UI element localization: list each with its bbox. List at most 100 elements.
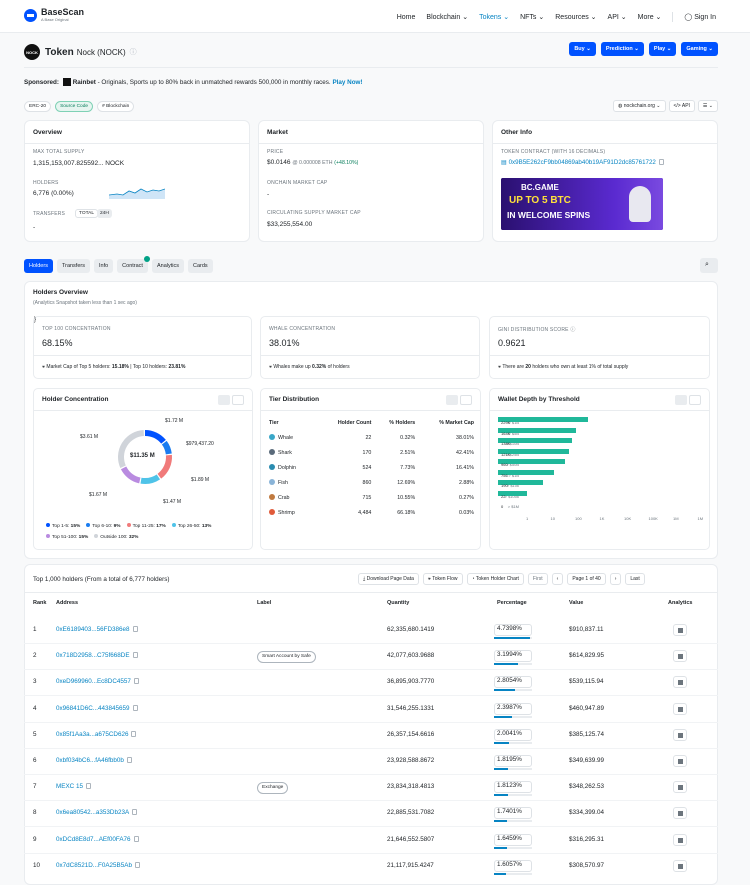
nav-api[interactable]: API ⌄: [608, 13, 627, 21]
token-fullname: Nock (NOCK): [76, 47, 126, 57]
tab-transfers[interactable]: Transfers: [56, 259, 90, 273]
row-divider: [24, 721, 718, 723]
holder-address-link[interactable]: 0x6ea80542...a353Db23A: [56, 807, 138, 819]
rainbet-logo-icon: [62, 78, 71, 86]
donut-slice-4[interactable]: [140, 474, 161, 484]
whale-note: ⚹ Whales make up 0.32% of holders: [269, 364, 350, 370]
copy-icon[interactable]: [132, 809, 138, 816]
pie-view-toggle[interactable]: [232, 395, 244, 405]
prediction-button[interactable]: Prediction ⌄: [600, 42, 644, 56]
col-quantity: Quantity: [387, 600, 410, 606]
holders-overview-card: Holders Overview (Analytics Snapshot tak…: [24, 281, 718, 559]
donut-slice-1[interactable]: [144, 430, 166, 444]
chart-view-toggle[interactable]: [460, 395, 472, 405]
axis-tick: 100: [575, 516, 582, 521]
transfers-total-toggle[interactable]: TOTAL: [75, 209, 99, 218]
gaming-button[interactable]: Gaming ⌄: [681, 42, 718, 56]
tab-analytics[interactable]: Analytics: [151, 259, 184, 273]
bcgame-ad[interactable]: Ad BC.GAME UP TO 5 BTC IN WELCOME SPINS: [501, 178, 663, 230]
analytics-icon[interactable]: [673, 650, 687, 663]
transfers-24h-toggle[interactable]: 24H: [97, 209, 112, 218]
col-address: Address: [56, 600, 79, 606]
holder-value: $349,639.99: [569, 757, 605, 764]
copy-icon[interactable]: [658, 159, 664, 165]
nav-blockchain[interactable]: Blockchain ⌄: [426, 13, 468, 21]
analytics-icon[interactable]: [673, 624, 687, 636]
donut-slice-6[interactable]: [118, 430, 145, 469]
nav-nfts[interactable]: NFTs ⌄: [520, 13, 544, 21]
analytics-icon[interactable]: [673, 702, 687, 715]
copy-icon[interactable]: [133, 835, 139, 842]
top100-label: TOP 100 CONCENTRATION: [42, 326, 111, 332]
holder-address-link[interactable]: 0x85f1Aa3a...a675CD626: [56, 729, 137, 741]
play-button[interactable]: Play ⌄: [648, 42, 677, 56]
token-badges: ERC-20 Source Code # Blockchain: [24, 101, 135, 112]
analytics-icon[interactable]: [673, 728, 687, 741]
sign-in-link[interactable]: ◯ Sign In: [684, 13, 716, 21]
donut-slice-5[interactable]: [120, 466, 141, 484]
analytics-icon[interactable]: [673, 676, 687, 689]
contract-link[interactable]: ▤ 0x9B5E262cF9bb04869ab40b19AF91D2dc8576…: [501, 159, 664, 166]
list-view-toggle[interactable]: [675, 395, 687, 405]
next-page-button[interactable]: ›: [609, 573, 622, 585]
prev-page-button[interactable]: ‹: [551, 573, 564, 585]
nav-more[interactable]: More ⌄: [638, 13, 662, 21]
copy-icon[interactable]: [126, 757, 132, 763]
search-button[interactable]: ⌕: [700, 258, 718, 273]
copy-icon[interactable]: [132, 704, 138, 711]
token-flow-button[interactable]: ⚹ Token Flow: [422, 573, 463, 585]
api-button[interactable]: </> API: [668, 100, 695, 112]
onchain-value: -: [267, 191, 270, 198]
donut-slice-3[interactable]: [157, 454, 172, 479]
download-data-button[interactable]: ⤓ Download Page Data: [358, 573, 419, 585]
copy-icon[interactable]: [132, 652, 138, 659]
copy-icon[interactable]: [133, 678, 139, 685]
row-divider: [24, 774, 718, 775]
holder-quantity: 36,895,903.7770: [387, 678, 435, 686]
holder-value: $316,295.31: [569, 835, 605, 843]
holder-quantity: 42,077,603.9688: [387, 652, 435, 660]
copy-icon[interactable]: [85, 783, 91, 790]
copy-icon[interactable]: [131, 730, 137, 737]
holder-address-link[interactable]: 0x96841D6C...443845659: [56, 703, 138, 715]
nav-resources[interactable]: Resources ⌄: [555, 13, 596, 21]
last-page-button[interactable]: Last: [625, 573, 645, 585]
percentage-bar: [494, 846, 532, 849]
holder-address-link[interactable]: 0xDCd8E8d7...AEf00FA76: [56, 834, 139, 846]
holder-chart-button[interactable]: ◔ Token Holder Chart: [466, 573, 524, 585]
holder-address-link[interactable]: 0x7dC8521D...F0A25B5Ab: [56, 860, 140, 872]
more-options-button[interactable]: ☰ ⌄: [697, 100, 718, 112]
holder-address-link[interactable]: 0xE6189403...56FD386e8: [56, 624, 138, 636]
percentage-bar: [494, 768, 532, 770]
bar-view-toggle[interactable]: [689, 395, 701, 405]
buy-button[interactable]: Buy ⌄: [569, 42, 596, 56]
table-view-toggle[interactable]: [446, 395, 458, 405]
nav-tokens[interactable]: Tokens ⌄: [479, 13, 509, 21]
sponsored-cta-link[interactable]: Play Now!: [332, 79, 362, 86]
nav-home[interactable]: Home: [397, 14, 416, 21]
website-button[interactable]: ◍ nockchain.org ⌄: [613, 100, 666, 112]
first-page-button[interactable]: First: [527, 573, 548, 585]
analytics-icon[interactable]: [673, 833, 687, 846]
analytics-icon[interactable]: [673, 755, 687, 767]
tab-cards[interactable]: Cards: [187, 259, 213, 273]
analytics-icon[interactable]: [673, 859, 687, 872]
blockchain-badge[interactable]: # Blockchain: [97, 101, 135, 112]
analytics-icon[interactable]: [673, 807, 687, 820]
holder-address-link[interactable]: MEXC 15: [56, 781, 91, 793]
tab-holders[interactable]: Holders: [24, 259, 53, 273]
donut-slice-2[interactable]: [161, 440, 172, 455]
basescan-logo[interactable]: BaseScan A Base Original: [24, 8, 84, 22]
source-code-badge[interactable]: Source Code: [55, 101, 94, 112]
axis-tick: 1M: [697, 516, 704, 521]
tab-info[interactable]: Info: [93, 259, 114, 273]
copy-icon[interactable]: [132, 626, 138, 632]
analytics-icon[interactable]: [673, 781, 687, 794]
holder-address-link[interactable]: 0x718D2958...C75f668DE: [56, 650, 138, 662]
holder-address-link[interactable]: 0xbf034bC6...fA46fbb0b: [56, 755, 132, 767]
list-view-toggle[interactable]: [218, 395, 230, 405]
copy-icon[interactable]: [134, 861, 140, 868]
holder-address-link[interactable]: 0xeD969960...Ec8DC4557: [56, 676, 139, 688]
tab-contract[interactable]: Contract: [117, 256, 150, 273]
base-logo-icon: [24, 8, 37, 22]
